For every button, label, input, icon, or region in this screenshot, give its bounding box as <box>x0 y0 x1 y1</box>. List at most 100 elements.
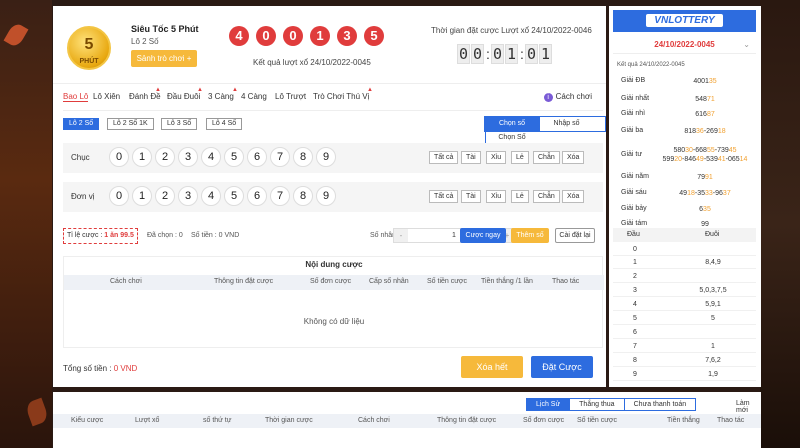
column-header: Thông tin đặt cược <box>214 278 274 285</box>
place-bet-button[interactable]: Đặt Cược <box>531 356 593 378</box>
tab-danh-de[interactable]: Đánh Đề <box>129 92 161 101</box>
result-ball: 0 <box>256 26 276 46</box>
select-even-button[interactable]: Chẵn <box>533 151 560 164</box>
clear-row-button[interactable]: Xóa <box>562 151 585 164</box>
table-header: Cách chơi Thông tin đặt cược Số đơn cược… <box>64 275 604 290</box>
number-ball[interactable]: 6 <box>247 186 267 206</box>
select-big-button[interactable]: Tài <box>461 190 481 203</box>
column-header: Kiểu cược <box>71 417 104 424</box>
column-header: Thời gian cược <box>265 417 313 424</box>
tab-tro-choi-thu-vi[interactable]: Trò Chơi Thú Vị <box>313 92 369 101</box>
number-ball[interactable]: 1 <box>132 186 152 206</box>
number-ball[interactable]: 8 <box>293 186 313 206</box>
tab-history[interactable]: Lịch Sử <box>527 399 570 410</box>
mode-choose-number[interactable]: Chọn số <box>485 117 539 131</box>
number-ball[interactable]: 4 <box>201 186 221 206</box>
plus-icon: + <box>186 54 192 63</box>
prize-value: 635 <box>699 206 711 213</box>
clear-all-button[interactable]: Xóa hết <box>461 356 523 378</box>
number-ball[interactable]: 5 <box>224 147 244 167</box>
prize-value: 61687 <box>695 111 715 118</box>
number-ball[interactable]: 8 <box>293 147 313 167</box>
head-tail-row: 3 5,0,3,7,5 <box>613 285 756 297</box>
column-header: Cấp số nhân <box>369 278 409 285</box>
result-ball: 1 <box>310 26 330 46</box>
tab-win-lose[interactable]: Thắng thua <box>569 399 623 410</box>
number-ball[interactable]: 0 <box>109 147 129 167</box>
column-header: Thao tác <box>552 278 580 285</box>
tab-dau-duoi[interactable]: Đầu Đuôi <box>167 92 200 101</box>
timer-digit: 0 <box>471 44 484 64</box>
leaf-decoration <box>3 21 29 49</box>
vnlottery-logo: VNLOTTERY <box>646 14 723 27</box>
leaf-decoration <box>24 397 50 427</box>
subtab-lo-4-so[interactable]: Lô 4 Số <box>206 118 243 130</box>
prize-value: 400135 <box>693 78 717 85</box>
game-hall-button[interactable]: Sảnh trò chơi + <box>131 50 197 67</box>
select-small-button[interactable]: Xỉu <box>486 151 507 164</box>
selected-count: Đã chọn : 0 <box>147 232 183 239</box>
subtab-lo-2-so-1k[interactable]: Lô 2 Số 1K <box>107 118 154 130</box>
add-number-button[interactable]: Thêm số <box>511 228 549 243</box>
result-text: Kết quả lượt xổ 24/10/2022-0045 <box>253 58 371 67</box>
select-small-button[interactable]: Xỉu <box>486 190 507 203</box>
number-ball[interactable]: 7 <box>270 186 290 206</box>
bet-amount: Số tiền : 0 VND <box>191 232 240 239</box>
clear-row-button[interactable]: Xóa <box>562 190 585 203</box>
input-mode-toggle: Chọn sốNhập sốChọn Số Nhanh <box>484 116 606 155</box>
mode-enter-number[interactable]: Nhập số <box>539 117 593 131</box>
game-type-tabs: Bao Lô Lô Xiên Đánh Đề ▲ Đầu Đuôi ▲ 3 Cà… <box>63 87 603 106</box>
head-tail-row: 55 <box>613 313 756 325</box>
hot-icon: ▲ <box>155 87 161 93</box>
number-ball[interactable]: 2 <box>155 186 175 206</box>
logo-number: 5 <box>84 36 94 53</box>
head-tail-row: 8 7,6,2 <box>613 355 756 367</box>
prize-value: 4918-3533-9637 <box>679 190 731 197</box>
head-tail-row: 9 1,9 <box>613 369 756 381</box>
number-ball[interactable]: 4 <box>201 147 221 167</box>
tab-3-cang[interactable]: 3 Càng <box>208 92 234 101</box>
minus-button[interactable]: - <box>394 229 408 242</box>
draw-select[interactable]: 24/10/2022-0045 ⌄ <box>613 36 756 54</box>
select-big-button[interactable]: Tài <box>461 151 481 164</box>
prize-value: 54871 <box>695 96 715 103</box>
column-header: số thứ tự <box>203 417 232 424</box>
number-ball[interactable]: 3 <box>178 147 198 167</box>
number-ball[interactable]: 9 <box>316 147 336 167</box>
reset-button[interactable]: Cài đặt lại <box>555 228 595 243</box>
number-ball[interactable]: 9 <box>316 186 336 206</box>
number-ball[interactable]: 3 <box>178 186 198 206</box>
tab-bao-lo[interactable]: Bao Lô <box>63 92 89 102</box>
background-left <box>0 0 52 448</box>
how-to-play-link[interactable]: i Cách chơi <box>543 92 592 102</box>
number-ball[interactable]: 2 <box>155 147 175 167</box>
select-odd-button[interactable]: Lẻ <box>511 151 529 164</box>
tab-unpaid[interactable]: Chưa thanh toán <box>623 399 696 410</box>
background-right <box>760 0 800 448</box>
number-ball[interactable]: 0 <box>109 186 129 206</box>
result-ball: 5 <box>364 26 384 46</box>
number-ball[interactable]: 7 <box>270 147 290 167</box>
tab-4-cang[interactable]: 4 Càng <box>241 92 267 101</box>
main-panel: 5 PHÚT Siêu Tốc 5 Phút Lô 2 Số Sảnh trò … <box>53 6 606 387</box>
subtab-lo-2-so[interactable]: Lô 2 Số <box>63 118 100 130</box>
select-all-button[interactable]: Tất cả <box>429 190 459 203</box>
tab-lo-truot[interactable]: Lô Trượt <box>275 92 306 101</box>
prize-value: 58030-66855-73945 59920-84649-53941-06514 <box>662 147 748 163</box>
chevron-down-icon: ⌄ <box>743 40 750 49</box>
select-all-button[interactable]: Tất cả <box>429 151 459 164</box>
bet-now-button[interactable]: Cược ngay <box>460 228 506 243</box>
tab-lo-xien[interactable]: Lô Xiên <box>93 92 120 101</box>
select-odd-button[interactable]: Lẻ <box>511 190 529 203</box>
game-subtitle: Lô 2 Số <box>131 37 159 46</box>
number-ball[interactable]: 6 <box>247 147 267 167</box>
number-ball[interactable]: 5 <box>224 186 244 206</box>
game-logo: 5 PHÚT <box>67 26 111 70</box>
subtab-lo-3-so[interactable]: Lô 3 Số <box>161 118 198 130</box>
hot-icon: ▲ <box>367 87 373 93</box>
hot-icon: ▲ <box>197 87 203 93</box>
select-even-button[interactable]: Chẵn <box>533 190 560 203</box>
refresh-button[interactable]: Làm mới <box>736 400 761 414</box>
number-ball[interactable]: 1 <box>132 147 152 167</box>
hot-icon: ▲ <box>232 87 238 93</box>
